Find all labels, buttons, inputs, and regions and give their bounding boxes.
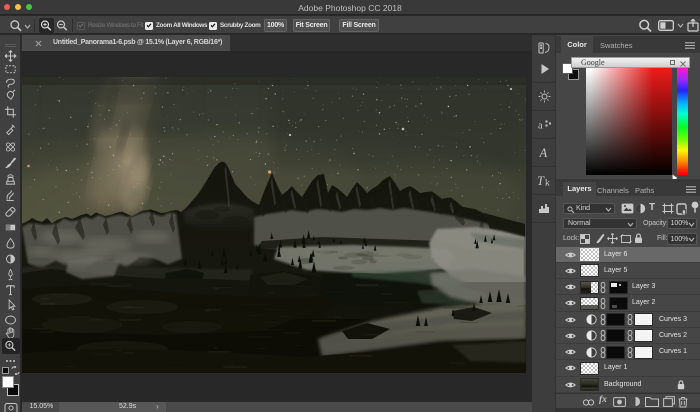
svg-text:T: T: [537, 174, 545, 187]
svg-text:k: k: [545, 179, 550, 188]
svg-text:a: a: [538, 121, 543, 132]
svg-text:A: A: [539, 146, 548, 159]
